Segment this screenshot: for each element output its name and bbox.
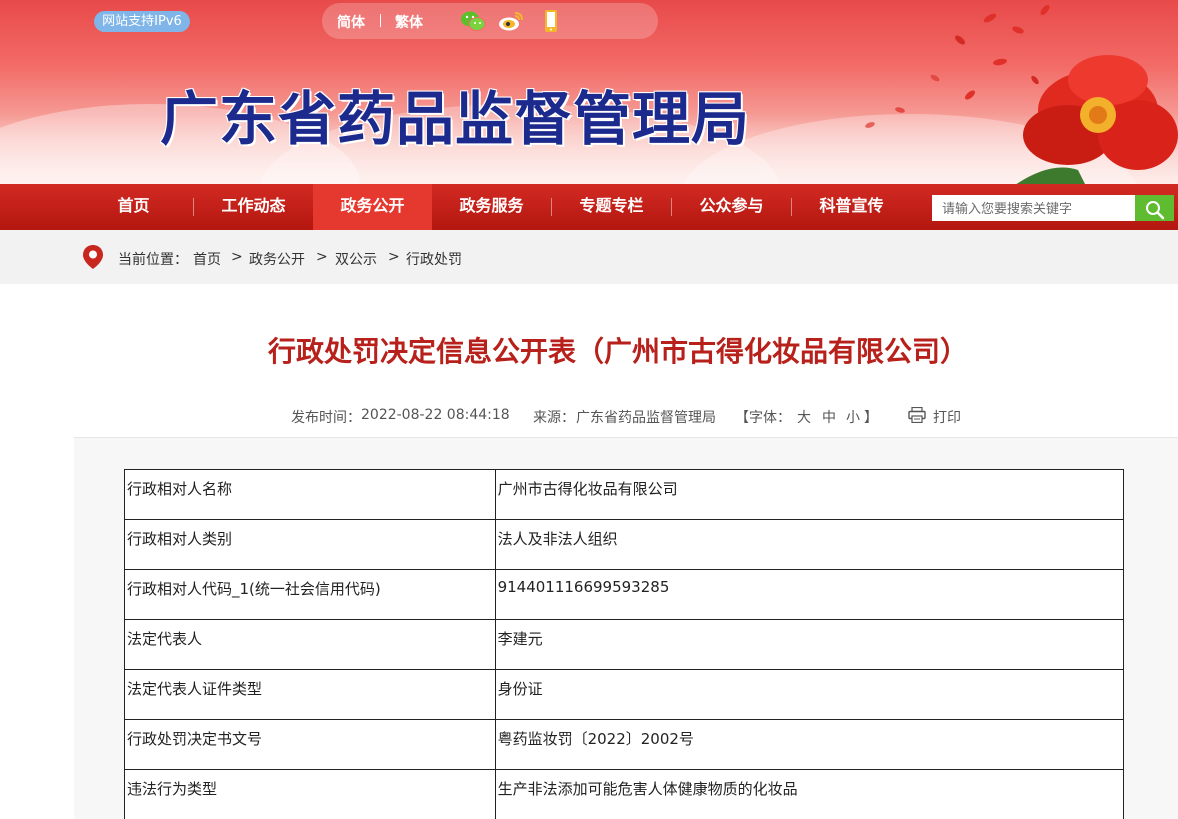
nav-item-public-participation[interactable]: 公众参与 (672, 184, 791, 230)
font-size-label: 【字体： (735, 410, 791, 426)
table-value-cell: 914401116699593285 (494, 569, 1125, 620)
table-row: 行政处罚决定书文号 粤药监妆罚〔2022〕2002号 (124, 719, 1125, 770)
table-key-cell: 法定代表人证件类型 (124, 669, 496, 720)
nav-item-special-topics[interactable]: 专题专栏 (552, 184, 671, 230)
table-key-cell: 行政相对人名称 (124, 469, 496, 520)
table-key-cell: 行政相对人代码_1(统一社会信用代码) (124, 569, 496, 620)
breadcrumb-separator: > (316, 249, 328, 265)
publish-time-label: 发布时间： (291, 410, 361, 426)
printer-icon[interactable] (908, 407, 926, 423)
article-title: 行政处罚决定信息公开表（广州市古得化妆品有限公司） (267, 335, 968, 368)
lang-simplified-link[interactable]: 简体 (337, 12, 365, 32)
source-value: 广东省药品监督管理局 (576, 410, 716, 426)
font-size-small[interactable]: 小 (846, 407, 860, 427)
table-row: 行政相对人类别 法人及非法人组织 (124, 519, 1125, 570)
table-key-cell: 法定代表人 (124, 619, 496, 670)
search-icon (1145, 200, 1164, 219)
lang-traditional-link[interactable]: 繁体 (395, 12, 423, 32)
search-input[interactable] (932, 195, 1135, 221)
table-key-cell: 违法行为类型 (124, 769, 496, 819)
table-row: 违法行为类型 生产非法添加可能危害人体健康物质的化妆品 (124, 769, 1125, 819)
table-value-cell: 生产非法添加可能危害人体健康物质的化妆品 (494, 769, 1125, 819)
breadcrumb-separator: > (231, 249, 243, 265)
font-size-medium[interactable]: 中 (822, 407, 836, 427)
table-row: 法定代表人证件类型 身份证 (124, 669, 1125, 720)
mobile-icon[interactable] (538, 10, 564, 32)
penalty-info-table: 行政相对人名称 广州市古得化妆品有限公司 行政相对人类别 法人及非法人组织 行政… (124, 469, 1125, 819)
font-size-close: 】 (864, 410, 878, 426)
nav-item-home[interactable]: 首页 (74, 184, 193, 230)
breadcrumb-item-admin-penalty[interactable]: 行政处罚 (406, 249, 462, 269)
table-row: 行政相对人名称 广州市古得化妆品有限公司 (124, 469, 1125, 520)
header-toolbar (322, 3, 658, 39)
source-label: 来源： (533, 410, 575, 426)
breadcrumb-item-home[interactable]: 首页 (193, 249, 221, 269)
nav-item-gov-services[interactable]: 政务服务 (432, 184, 551, 230)
wechat-icon[interactable] (460, 10, 486, 32)
breadcrumb-item-gov-affairs[interactable]: 政务公开 (249, 249, 305, 269)
table-value-cell: 广州市古得化妆品有限公司 (494, 469, 1125, 520)
search-button[interactable] (1135, 195, 1174, 221)
table-value-cell: 粤药监妆罚〔2022〕2002号 (494, 719, 1125, 770)
table-value-cell: 身份证 (494, 669, 1125, 720)
breadcrumb-item-double-publicity[interactable]: 双公示 (335, 249, 377, 269)
table-row: 行政相对人代码_1(统一社会信用代码) 914401116699593285 (124, 569, 1125, 620)
site-title: 广东省药品监督管理局 (160, 85, 751, 153)
nav-item-work-news[interactable]: 工作动态 (194, 184, 313, 230)
nav-item-gov-affairs[interactable]: 政务公开 (313, 184, 432, 230)
font-size-large[interactable]: 大 (797, 407, 811, 427)
ipv6-badge: 网站支持IPv6 (94, 11, 190, 32)
print-link[interactable]: 打印 (933, 407, 961, 427)
kapok-flower-decoration (1016, 55, 1178, 184)
table-value-cell: 李建元 (494, 619, 1125, 670)
lang-divider (380, 14, 381, 27)
breadcrumb-separator: > (388, 249, 400, 265)
nav-item-science-popularization[interactable]: 科普宣传 (792, 184, 911, 230)
location-pin-icon (83, 245, 103, 269)
breadcrumb-prefix: 当前位置： (118, 252, 188, 268)
table-value-cell: 法人及非法人组织 (494, 519, 1125, 570)
table-key-cell: 行政处罚决定书文号 (124, 719, 496, 770)
publish-time: 2022-08-22 08:44:18 (361, 407, 510, 423)
weibo-icon[interactable] (498, 10, 524, 32)
header-banner: 网站支持IPv6 简体 繁体 广东省药品监督管理局 (0, 0, 1178, 184)
table-row: 法定代表人 李建元 (124, 619, 1125, 670)
table-key-cell: 行政相对人类别 (124, 519, 496, 570)
